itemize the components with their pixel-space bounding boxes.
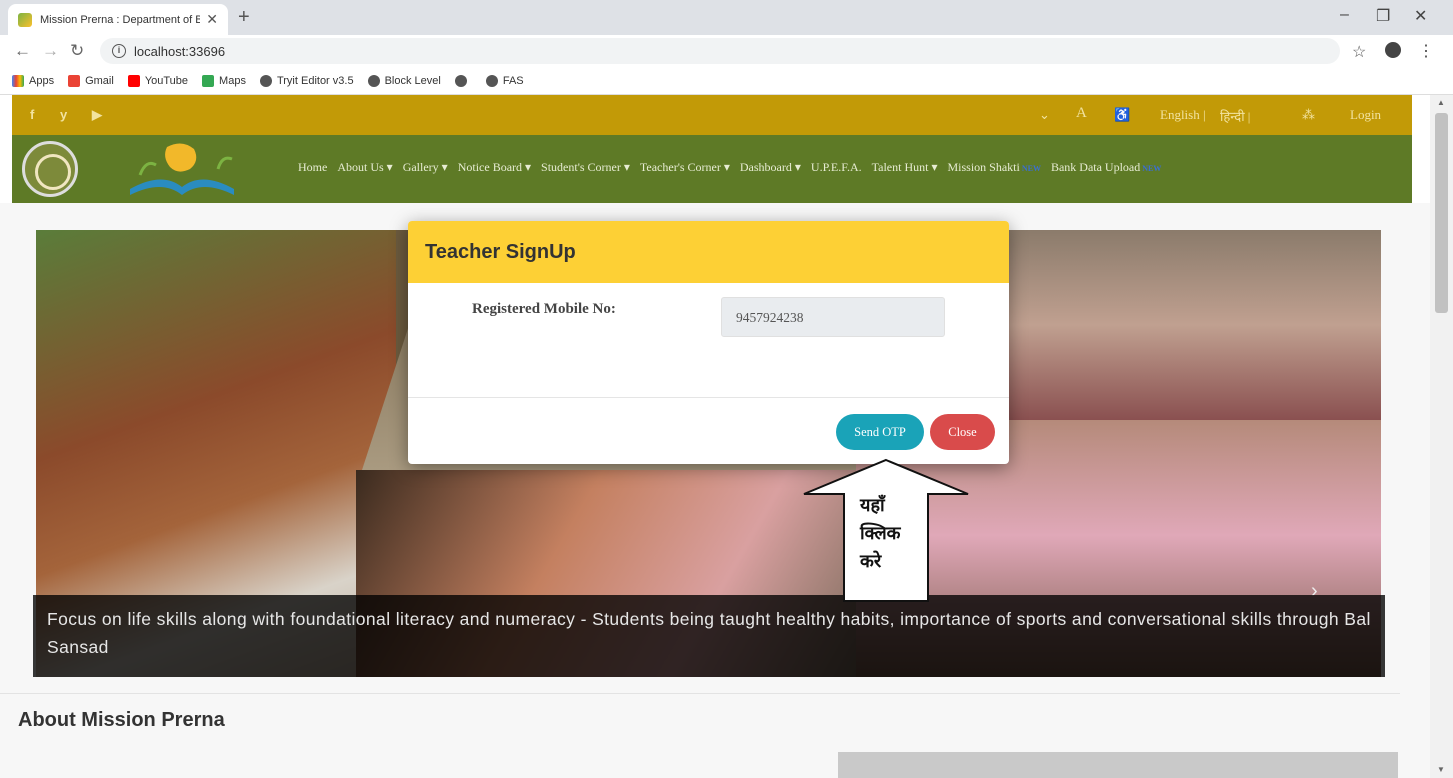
nav-bank-data-upload[interactable]: Bank Data Upload NEW bbox=[1051, 160, 1161, 175]
modal-title: Teacher SignUp bbox=[425, 240, 576, 263]
bookmark-unnamed[interactable] bbox=[454, 74, 472, 87]
carousel-caption: Focus on life skills along with foundati… bbox=[33, 595, 1385, 677]
bookmark-apps[interactable]: Apps bbox=[12, 74, 54, 87]
nav-upefa[interactable]: U.P.E.F.A. bbox=[811, 160, 862, 175]
bookmark-gmail[interactable]: Gmail bbox=[68, 74, 114, 87]
nav-mission-shakti[interactable]: Mission Shakti NEW bbox=[947, 160, 1040, 175]
login-link[interactable]: Login bbox=[1350, 107, 1381, 123]
close-window-icon[interactable]: ✕ bbox=[1414, 6, 1427, 26]
menu-kebab-icon[interactable]: ⋮ bbox=[1418, 41, 1434, 61]
restore-icon[interactable]: ❐ bbox=[1376, 6, 1390, 26]
nav-notice-board[interactable]: Notice Board ▾ bbox=[458, 160, 531, 175]
favicon-icon bbox=[18, 12, 32, 27]
browser-tabbar: Mission Prerna : Department of Basic Edu… bbox=[0, 0, 1453, 35]
english-link[interactable]: English | bbox=[1160, 107, 1206, 123]
globe-icon bbox=[259, 74, 272, 87]
bookmark-fas[interactable]: FAS bbox=[485, 74, 524, 87]
bookmark-maps[interactable]: Maps bbox=[202, 74, 246, 87]
chevron-down-icon[interactable]: ⌄ bbox=[1039, 107, 1050, 123]
info-icon[interactable]: i bbox=[112, 44, 126, 58]
nav-teachers-corner[interactable]: Teacher's Corner ▾ bbox=[640, 160, 730, 175]
url-field[interactable]: i localhost:33696 bbox=[100, 38, 1340, 64]
bookmarks-bar: Apps Gmail YouTube Maps Tryit Editor v3.… bbox=[0, 67, 1453, 95]
accessibility-icon[interactable]: ♿ bbox=[1114, 107, 1130, 123]
send-otp-button[interactable]: Send OTP bbox=[836, 414, 924, 450]
tab-title: Mission Prerna : Department of Basic Edu… bbox=[40, 13, 201, 26]
globe-icon bbox=[367, 74, 380, 87]
minimize-icon[interactable]: – bbox=[1340, 6, 1349, 24]
top-utility-strip: f y ▶ ⌄ A ♿ English | हिन्दी | ⁂ Login bbox=[12, 95, 1412, 135]
modal-header: Teacher SignUp bbox=[408, 221, 1009, 283]
new-tab-icon[interactable]: + bbox=[238, 6, 250, 29]
nav-gallery[interactable]: Gallery ▾ bbox=[403, 160, 448, 175]
scroll-down-icon[interactable]: ▼ bbox=[1437, 765, 1445, 774]
main-nav: Home About Us ▾ Gallery ▾ Notice Board ▾… bbox=[12, 135, 1412, 203]
address-bar-row: ← → ↻ i localhost:33696 ☆ ⋮ bbox=[0, 35, 1453, 67]
scrollbar-thumb[interactable] bbox=[1435, 113, 1448, 313]
bookmark-youtube[interactable]: YouTube bbox=[127, 74, 188, 87]
back-icon[interactable]: ← bbox=[14, 41, 31, 61]
close-button[interactable]: Close bbox=[930, 414, 995, 450]
mobile-label: Registered Mobile No: bbox=[472, 301, 616, 317]
bookmark-star-icon[interactable]: ☆ bbox=[1352, 42, 1366, 62]
reload-icon[interactable]: ↻ bbox=[70, 41, 84, 61]
nav-menu: Home About Us ▾ Gallery ▾ Notice Board ▾… bbox=[298, 160, 1161, 175]
facebook-icon[interactable]: f bbox=[30, 107, 34, 122]
forward-icon[interactable]: → bbox=[42, 41, 59, 61]
font-size-button[interactable]: A bbox=[1076, 105, 1087, 122]
globe-icon bbox=[485, 74, 498, 87]
bookmark-tryit[interactable]: Tryit Editor v3.5 bbox=[259, 74, 354, 87]
up-emblem-logo[interactable] bbox=[22, 141, 78, 197]
nav-students-corner[interactable]: Student's Corner ▾ bbox=[541, 160, 630, 175]
nav-dashboard[interactable]: Dashboard ▾ bbox=[740, 160, 801, 175]
page-scrollbar[interactable]: ▲ ▼ bbox=[1430, 95, 1453, 778]
close-tab-icon[interactable]: ✕ bbox=[206, 11, 218, 28]
new-badge: NEW bbox=[1142, 164, 1162, 173]
youtube-icon bbox=[127, 74, 140, 87]
url-text: localhost:33696 bbox=[134, 43, 226, 59]
browser-tab[interactable]: Mission Prerna : Department of Basic Edu… bbox=[8, 4, 228, 35]
youtube-icon[interactable]: ▶ bbox=[92, 107, 102, 123]
modal-body: Registered Mobile No: 9457924238 bbox=[408, 283, 1009, 398]
hindi-link[interactable]: हिन्दी | bbox=[1220, 107, 1250, 125]
nav-talent-hunt[interactable]: Talent Hunt ▾ bbox=[872, 160, 938, 175]
gmail-icon bbox=[68, 74, 81, 87]
new-badge: NEW bbox=[1021, 164, 1041, 173]
mission-prerna-logo[interactable] bbox=[122, 139, 242, 199]
globe-icon bbox=[454, 74, 467, 87]
mobile-number-field[interactable]: 9457924238 bbox=[721, 297, 945, 337]
bookmark-block-level[interactable]: Block Level bbox=[367, 74, 441, 87]
account-icon[interactable] bbox=[1385, 42, 1401, 58]
sitemap-icon[interactable]: ⁂ bbox=[1302, 107, 1315, 123]
about-title: About Mission Prerna bbox=[18, 709, 225, 731]
section-divider bbox=[0, 693, 1400, 694]
nav-home[interactable]: Home bbox=[298, 160, 327, 175]
annotation-text: यहाँ क्लिक करे bbox=[860, 495, 901, 572]
scroll-up-icon[interactable]: ▲ bbox=[1437, 98, 1445, 107]
apps-icon bbox=[12, 74, 24, 87]
maps-icon bbox=[202, 74, 215, 87]
nav-about-us[interactable]: About Us ▾ bbox=[337, 160, 392, 175]
twitter-icon[interactable]: y bbox=[60, 107, 67, 122]
about-media-box bbox=[838, 752, 1398, 778]
